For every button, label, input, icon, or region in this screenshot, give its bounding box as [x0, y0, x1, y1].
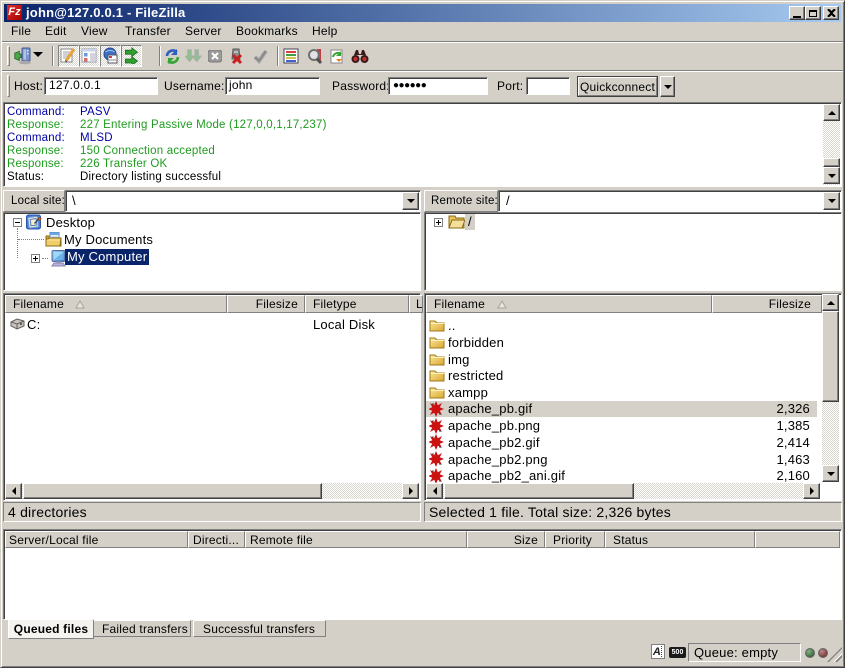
- svg-text:A: A: [652, 646, 661, 658]
